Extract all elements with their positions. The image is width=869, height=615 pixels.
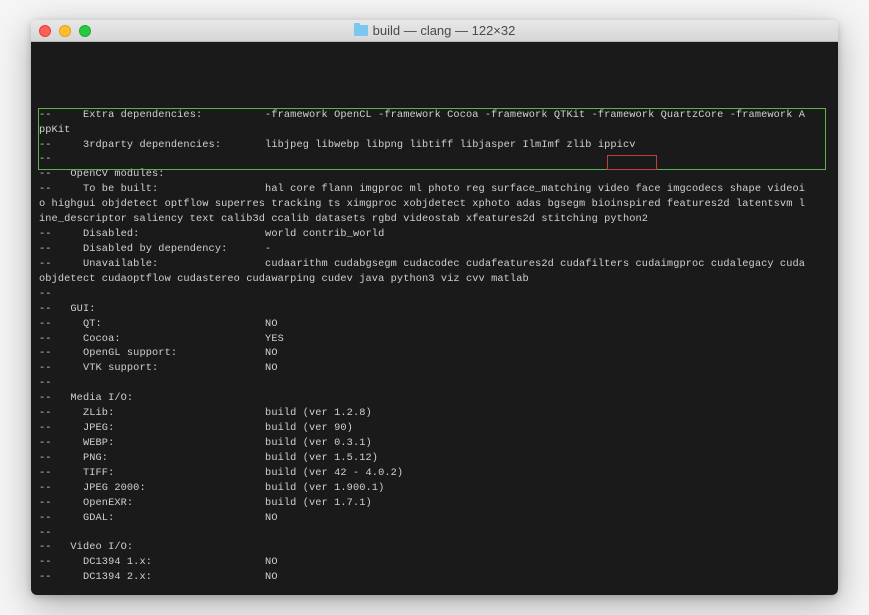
terminal-line: -- WEBP: build (ver 0.3.1) [39, 436, 830, 451]
terminal-line: -- [39, 152, 830, 167]
terminal-line: -- OpenEXR: build (ver 1.7.1) [39, 496, 830, 511]
terminal-line: -- DC1394 1.x: NO [39, 555, 830, 570]
terminal-line: -- OpenGL support: NO [39, 346, 830, 361]
terminal-line: -- Extra dependencies: -framework OpenCL… [39, 108, 830, 123]
folder-icon [354, 25, 368, 36]
terminal-line: -- Unavailable: cudaarithm cudabgsegm cu… [39, 257, 830, 272]
terminal-line: -- Media I/O: [39, 391, 830, 406]
terminal-line: -- JPEG 2000: build (ver 1.900.1) [39, 481, 830, 496]
terminal-line: ine_descriptor saliency text calib3d cca… [39, 212, 830, 227]
titlebar[interactable]: build — clang — 122×32 [31, 20, 838, 42]
terminal-line: ppKit [39, 123, 830, 138]
terminal-line: -- Disabled by dependency: - [39, 242, 830, 257]
terminal-line: -- VTK support: NO [39, 361, 830, 376]
minimize-icon[interactable] [59, 25, 71, 37]
terminal-output[interactable]: -- Extra dependencies: -framework OpenCL… [31, 42, 838, 595]
terminal-line: -- Cocoa: YES [39, 332, 830, 347]
window-title: build — clang — 122×32 [31, 23, 838, 38]
zoom-icon[interactable] [79, 25, 91, 37]
terminal-window: build — clang — 122×32 -- Extra dependen… [31, 20, 838, 595]
terminal-line: -- [39, 376, 830, 391]
terminal-line: -- QT: NO [39, 317, 830, 332]
terminal-line: -- Video I/O: [39, 540, 830, 555]
terminal-line: -- GDAL: NO [39, 511, 830, 526]
terminal-line: -- DC1394 2.x: NO [39, 570, 830, 585]
terminal-line: -- PNG: build (ver 1.5.12) [39, 451, 830, 466]
window-buttons [39, 25, 91, 37]
terminal-line: -- ZLib: build (ver 1.2.8) [39, 406, 830, 421]
terminal-line: -- Disabled: world contrib_world [39, 227, 830, 242]
terminal-line: o highgui objdetect optflow superres tra… [39, 197, 830, 212]
terminal-line: -- [39, 287, 830, 302]
terminal-line: -- TIFF: build (ver 42 - 4.0.2) [39, 466, 830, 481]
terminal-line: -- 3rdparty dependencies: libjpeg libweb… [39, 138, 830, 153]
terminal-line: -- GUI: [39, 302, 830, 317]
title-text: build — clang — 122×32 [373, 23, 516, 38]
terminal-line: -- [39, 526, 830, 541]
close-icon[interactable] [39, 25, 51, 37]
terminal-line: -- OpenCV modules: [39, 167, 830, 182]
terminal-line: -- To be built: hal core flann imgproc m… [39, 182, 830, 197]
terminal-line: objdetect cudaoptflow cudastereo cudawar… [39, 272, 830, 287]
terminal-line: -- JPEG: build (ver 90) [39, 421, 830, 436]
